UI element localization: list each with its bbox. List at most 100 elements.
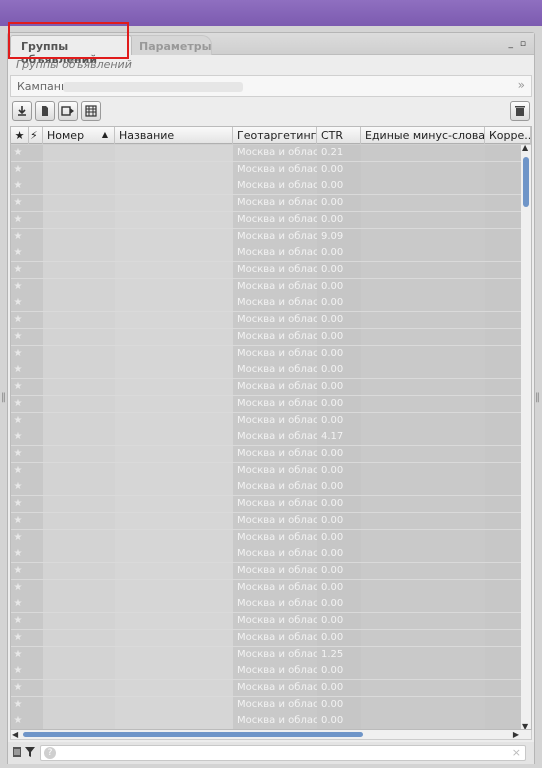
star-icon[interactable]: ★ [11, 262, 29, 279]
table-row[interactable]: ★ Москва и облас 0.00 [11, 161, 523, 179]
star-icon[interactable]: ★ [11, 613, 29, 630]
star-icon[interactable]: ★ [11, 713, 29, 729]
table-row[interactable]: ★ Москва и облас 0.00 [11, 278, 523, 296]
table-row[interactable]: ★ Москва и облас 0.00 [11, 462, 523, 480]
header-name[interactable]: Название [115, 127, 233, 144]
star-icon[interactable]: ★ [11, 479, 29, 496]
table-row[interactable]: ★ Москва и облас 9.09 [11, 228, 523, 246]
star-icon[interactable]: ★ [11, 145, 29, 161]
star-icon[interactable]: ★ [11, 379, 29, 396]
table-row[interactable]: ★ Москва и облас 1.25 [11, 646, 523, 664]
star-icon[interactable]: ★ [11, 362, 29, 379]
trash-icon[interactable] [510, 101, 530, 121]
scroll-down-icon[interactable]: ▼ [522, 722, 528, 729]
document-icon[interactable] [35, 101, 55, 121]
star-icon[interactable]: ★ [11, 228, 29, 245]
tab-ad-groups[interactable]: Группы объявлений [10, 35, 132, 66]
clear-icon[interactable]: × [512, 746, 521, 759]
horizontal-scroll-thumb[interactable] [23, 732, 363, 737]
table-row[interactable]: ★ Москва и облас 0.00 [11, 195, 523, 212]
header-number[interactable]: Номер ▲ [43, 127, 115, 144]
star-icon[interactable]: ★ [11, 512, 29, 529]
vertical-scroll-thumb[interactable] [523, 157, 529, 207]
star-icon[interactable]: ★ [11, 546, 29, 563]
star-icon[interactable]: ★ [11, 328, 29, 345]
star-icon[interactable]: ★ [11, 429, 29, 446]
star-icon[interactable]: ★ [11, 562, 29, 579]
star-icon[interactable]: ★ [11, 178, 29, 195]
list-icon[interactable] [12, 746, 22, 761]
table-row[interactable]: ★ Москва и облас 0.00 [11, 312, 523, 329]
header-correction[interactable]: Корре... [485, 127, 531, 144]
star-icon[interactable]: ★ [11, 696, 29, 713]
table-row[interactable]: ★ Москва и облас 0.00 [11, 395, 523, 413]
star-icon[interactable]: ★ [11, 663, 29, 680]
horizontal-scrollbar[interactable]: ◀ ▶ [10, 730, 532, 740]
table-row[interactable]: ★ Москва и облас 0.00 [11, 295, 523, 313]
table-row[interactable]: ★ Москва и облас 0.00 [11, 579, 523, 597]
table-row[interactable]: ★ Москва и облас 0.00 [11, 245, 523, 263]
header-ctr[interactable]: CTR [317, 127, 361, 144]
star-icon[interactable]: ★ [11, 680, 29, 696]
star-icon[interactable]: ★ [11, 629, 29, 646]
table-row[interactable]: ★ Москва и облас 0.00 [11, 546, 523, 563]
table-row[interactable]: ★ Москва и облас 0.00 [11, 262, 523, 279]
star-icon[interactable]: ★ [11, 496, 29, 513]
table-row[interactable]: ★ Москва и облас 0.00 [11, 479, 523, 497]
table-row[interactable]: ★ Москва и облас 0.00 [11, 512, 523, 530]
filter-icon[interactable] [25, 746, 35, 761]
header-geotargeting[interactable]: Геотаргетинг [233, 127, 317, 144]
table-row[interactable]: ★ Москва и облас 0.00 [11, 178, 523, 196]
scroll-right-icon[interactable]: ▶ [513, 730, 519, 739]
header-bolt[interactable]: ⚡ [29, 127, 43, 144]
chevron-down-icon[interactable]: » [518, 78, 525, 92]
window-buttons[interactable]: _ ▫ [509, 39, 528, 49]
star-icon[interactable]: ★ [11, 345, 29, 362]
table-row[interactable]: ★ Москва и облас 0.00 [11, 629, 523, 647]
scroll-left-icon[interactable]: ◀ [12, 730, 18, 739]
table-row[interactable]: ★ Москва и облас 0.00 [11, 345, 523, 363]
download-icon[interactable] [12, 101, 32, 121]
star-icon[interactable]: ★ [11, 278, 29, 295]
table-row[interactable]: ★ Москва и облас 0.00 [11, 529, 523, 547]
table-row[interactable]: ★ Москва и облас 0.00 [11, 663, 523, 680]
header-star[interactable]: ★ [11, 127, 29, 144]
table-row[interactable]: ★ Москва и облас 0.00 [11, 496, 523, 513]
table-row[interactable]: ★ Москва и облас 0.00 [11, 613, 523, 630]
table-row[interactable]: ★ Москва и облас 0.00 [11, 696, 523, 714]
table-icon[interactable] [81, 101, 101, 121]
star-icon[interactable]: ★ [11, 579, 29, 596]
left-resize-grip[interactable]: ‖ [1, 392, 6, 403]
table-row[interactable]: ★ Москва и облас 0.00 [11, 562, 523, 580]
star-icon[interactable]: ★ [11, 245, 29, 262]
star-icon[interactable]: ★ [11, 295, 29, 312]
star-icon[interactable]: ★ [11, 529, 29, 546]
right-resize-grip[interactable]: ‖ [535, 392, 540, 403]
table-row[interactable]: ★ Москва и облас 0.00 [11, 211, 523, 229]
table-row[interactable]: ★ Москва и облас 0.00 [11, 328, 523, 346]
star-icon[interactable]: ★ [11, 646, 29, 663]
star-icon[interactable]: ★ [11, 161, 29, 178]
star-icon[interactable]: ★ [11, 395, 29, 412]
star-icon[interactable]: ★ [11, 412, 29, 429]
table-row[interactable]: ★ Москва и облас 0.21 [11, 145, 523, 162]
star-icon[interactable]: ★ [11, 462, 29, 479]
table-row[interactable]: ★ Москва и облас 4.17 [11, 429, 523, 446]
table-row[interactable]: ★ Москва и облас 0.00 [11, 379, 523, 396]
star-icon[interactable]: ★ [11, 195, 29, 212]
table-row[interactable]: ★ Москва и облас 0.00 [11, 412, 523, 430]
table-row[interactable]: ★ Москва и облас 0.00 [11, 445, 523, 463]
header-negative-keywords[interactable]: Единые минус-слова [361, 127, 485, 144]
export-icon[interactable] [58, 101, 78, 121]
star-icon[interactable]: ★ [11, 445, 29, 462]
tab-parameters[interactable]: Параметры [128, 35, 212, 55]
star-icon[interactable]: ★ [11, 211, 29, 228]
table-row[interactable]: ★ Москва и облас 0.00 [11, 713, 523, 729]
scroll-up-icon[interactable]: ▲ [522, 143, 528, 152]
table-row[interactable]: ★ Москва и облас 0.00 [11, 362, 523, 380]
table-row[interactable]: ★ Москва и облас 0.00 [11, 596, 523, 614]
star-icon[interactable]: ★ [11, 596, 29, 613]
vertical-scrollbar[interactable]: ▲ ▼ [521, 143, 531, 729]
campaign-selector[interactable]: Кампания » [10, 75, 532, 97]
filter-input[interactable]: ? × [40, 745, 526, 761]
